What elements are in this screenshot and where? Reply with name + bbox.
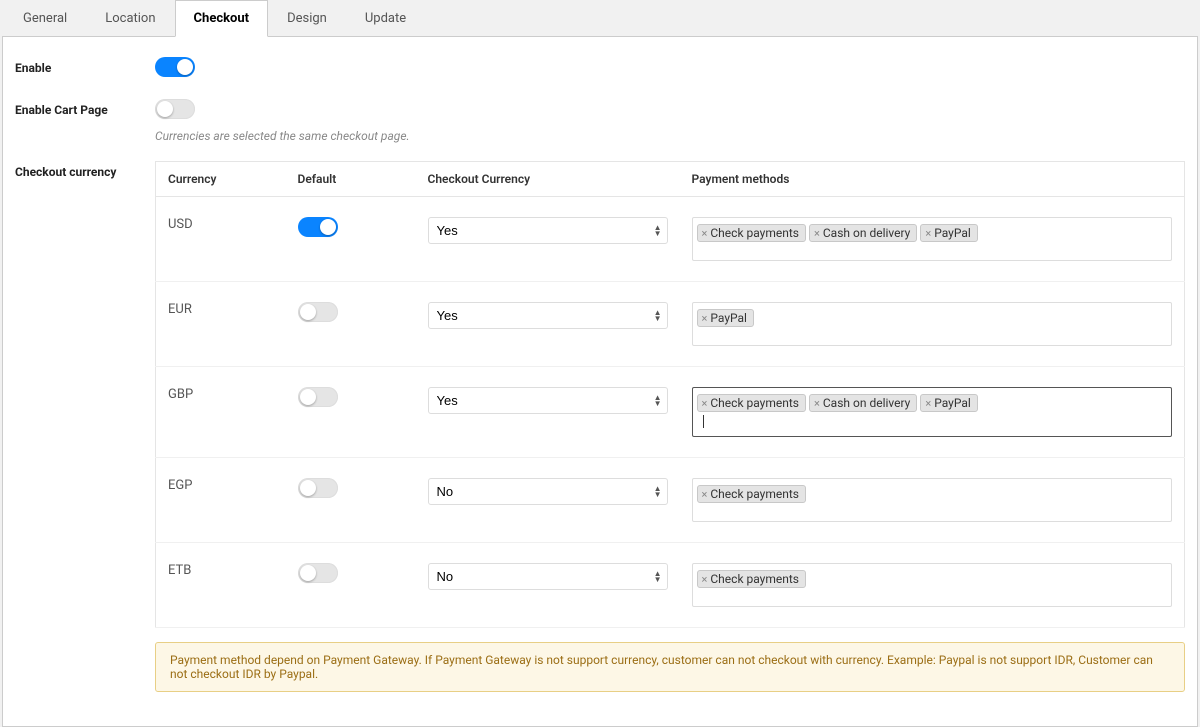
table-row: GBPYes▲▼×Check payments×Cash on delivery… [156,367,1185,458]
remove-tag-icon[interactable]: × [925,227,931,240]
payment-tag-label: Check payments [710,487,799,501]
th-currency: Currency [156,162,286,197]
payment-tag-label: PayPal [934,396,971,410]
payment-tag[interactable]: ×Check payments [697,224,807,242]
enable-cart-hint: Currencies are selected the same checkou… [155,129,1185,143]
remove-tag-icon[interactable]: × [925,397,931,410]
payment-tag-label: Cash on delivery [823,396,910,410]
default-cell [286,458,416,543]
checkout-select[interactable]: No [428,478,668,505]
enable-cart-toggle[interactable] [155,99,195,119]
checkout-cell: Yes▲▼ [416,367,680,458]
payment-cell: ×Check payments×Cash on delivery×PayPal [680,197,1185,282]
th-default: Default [286,162,416,197]
th-payment: Payment methods [680,162,1185,197]
payment-tag-label: Check payments [710,226,799,240]
payment-tag[interactable]: ×PayPal [920,224,977,242]
table-row: EGP No▲▼ ×Check payments [156,458,1185,543]
checkout-cell: Yes▲▼ [416,282,680,367]
default-toggle[interactable] [298,478,338,498]
payment-tag[interactable]: ×PayPal [697,309,754,327]
remove-tag-icon[interactable]: × [702,573,708,586]
checkout-cell: No▲▼ [416,458,680,543]
enable-label: Enable [15,57,155,75]
currency-code: EUR [156,282,286,367]
payment-tag-label: Cash on delivery [823,226,910,240]
default-toggle[interactable] [298,387,338,407]
payment-tag[interactable]: ×Cash on delivery [809,394,917,412]
payment-cell: ×Check payments×Cash on delivery×PayPal [680,367,1185,458]
payment-tag-label: Check payments [710,396,799,410]
payment-gateway-notice: Payment method depend on Payment Gateway… [155,642,1185,692]
payment-methods-input[interactable]: ×Check payments×Cash on delivery×PayPal [692,387,1173,437]
table-row: ETB No▲▼ ×Check payments [156,543,1185,628]
remove-tag-icon[interactable]: × [702,488,708,501]
currency-code: GBP [156,367,286,458]
table-row: EUR Yes▲▼ ×PayPal [156,282,1185,367]
payment-tag[interactable]: ×Check payments [697,570,807,588]
checkout-cell: No▲▼ [416,543,680,628]
tab-location[interactable]: Location [86,0,174,37]
tab-general[interactable]: General [4,0,86,37]
default-toggle[interactable] [298,302,338,322]
payment-cell: ×Check payments [680,543,1185,628]
enable-cart-label: Enable Cart Page [15,99,155,117]
checkout-panel: Enable Enable Cart Page Currencies are s… [2,37,1198,727]
default-cell [286,282,416,367]
default-toggle[interactable] [298,563,338,583]
currency-code: USD [156,197,286,282]
payment-tag-label: PayPal [934,226,971,240]
tab-design[interactable]: Design [268,0,346,37]
payment-tag[interactable]: ×Check payments [697,485,807,503]
tab-update[interactable]: Update [346,0,425,37]
payment-tag[interactable]: ×PayPal [920,394,977,412]
remove-tag-icon[interactable]: × [814,397,820,410]
remove-tag-icon[interactable]: × [702,397,708,410]
payment-methods-input[interactable]: ×PayPal [692,302,1173,346]
default-cell [286,197,416,282]
currency-code: ETB [156,543,286,628]
th-checkout: Checkout Currency [416,162,680,197]
checkout-currency-label: Checkout currency [15,161,155,179]
default-cell [286,543,416,628]
table-row: USDYes▲▼×Check payments×Cash on delivery… [156,197,1185,282]
checkout-select[interactable]: No [428,563,668,590]
currency-code: EGP [156,458,286,543]
remove-tag-icon[interactable]: × [702,312,708,325]
checkout-cell: Yes▲▼ [416,197,680,282]
checkout-select[interactable]: Yes [428,387,668,414]
currency-table: Currency Default Checkout Currency Payme… [155,161,1185,628]
payment-cell: ×PayPal [680,282,1185,367]
payment-cell: ×Check payments [680,458,1185,543]
payment-methods-input[interactable]: ×Check payments [692,563,1173,607]
payment-tag-label: Check payments [710,572,799,586]
enable-toggle[interactable] [155,57,195,77]
tab-checkout[interactable]: Checkout [175,0,269,37]
remove-tag-icon[interactable]: × [702,227,708,240]
payment-tag[interactable]: ×Cash on delivery [809,224,917,242]
payment-methods-input[interactable]: ×Check payments×Cash on delivery×PayPal [692,217,1173,261]
checkout-select[interactable]: Yes [428,217,668,244]
default-cell [286,367,416,458]
default-toggle[interactable] [298,217,338,237]
settings-tabs: GeneralLocationCheckoutDesignUpdate [2,0,1198,37]
checkout-select[interactable]: Yes [428,302,668,329]
payment-methods-input[interactable]: ×Check payments [692,478,1173,522]
payment-tag[interactable]: ×Check payments [697,394,807,412]
remove-tag-icon[interactable]: × [814,227,820,240]
payment-tag-label: PayPal [710,311,747,325]
